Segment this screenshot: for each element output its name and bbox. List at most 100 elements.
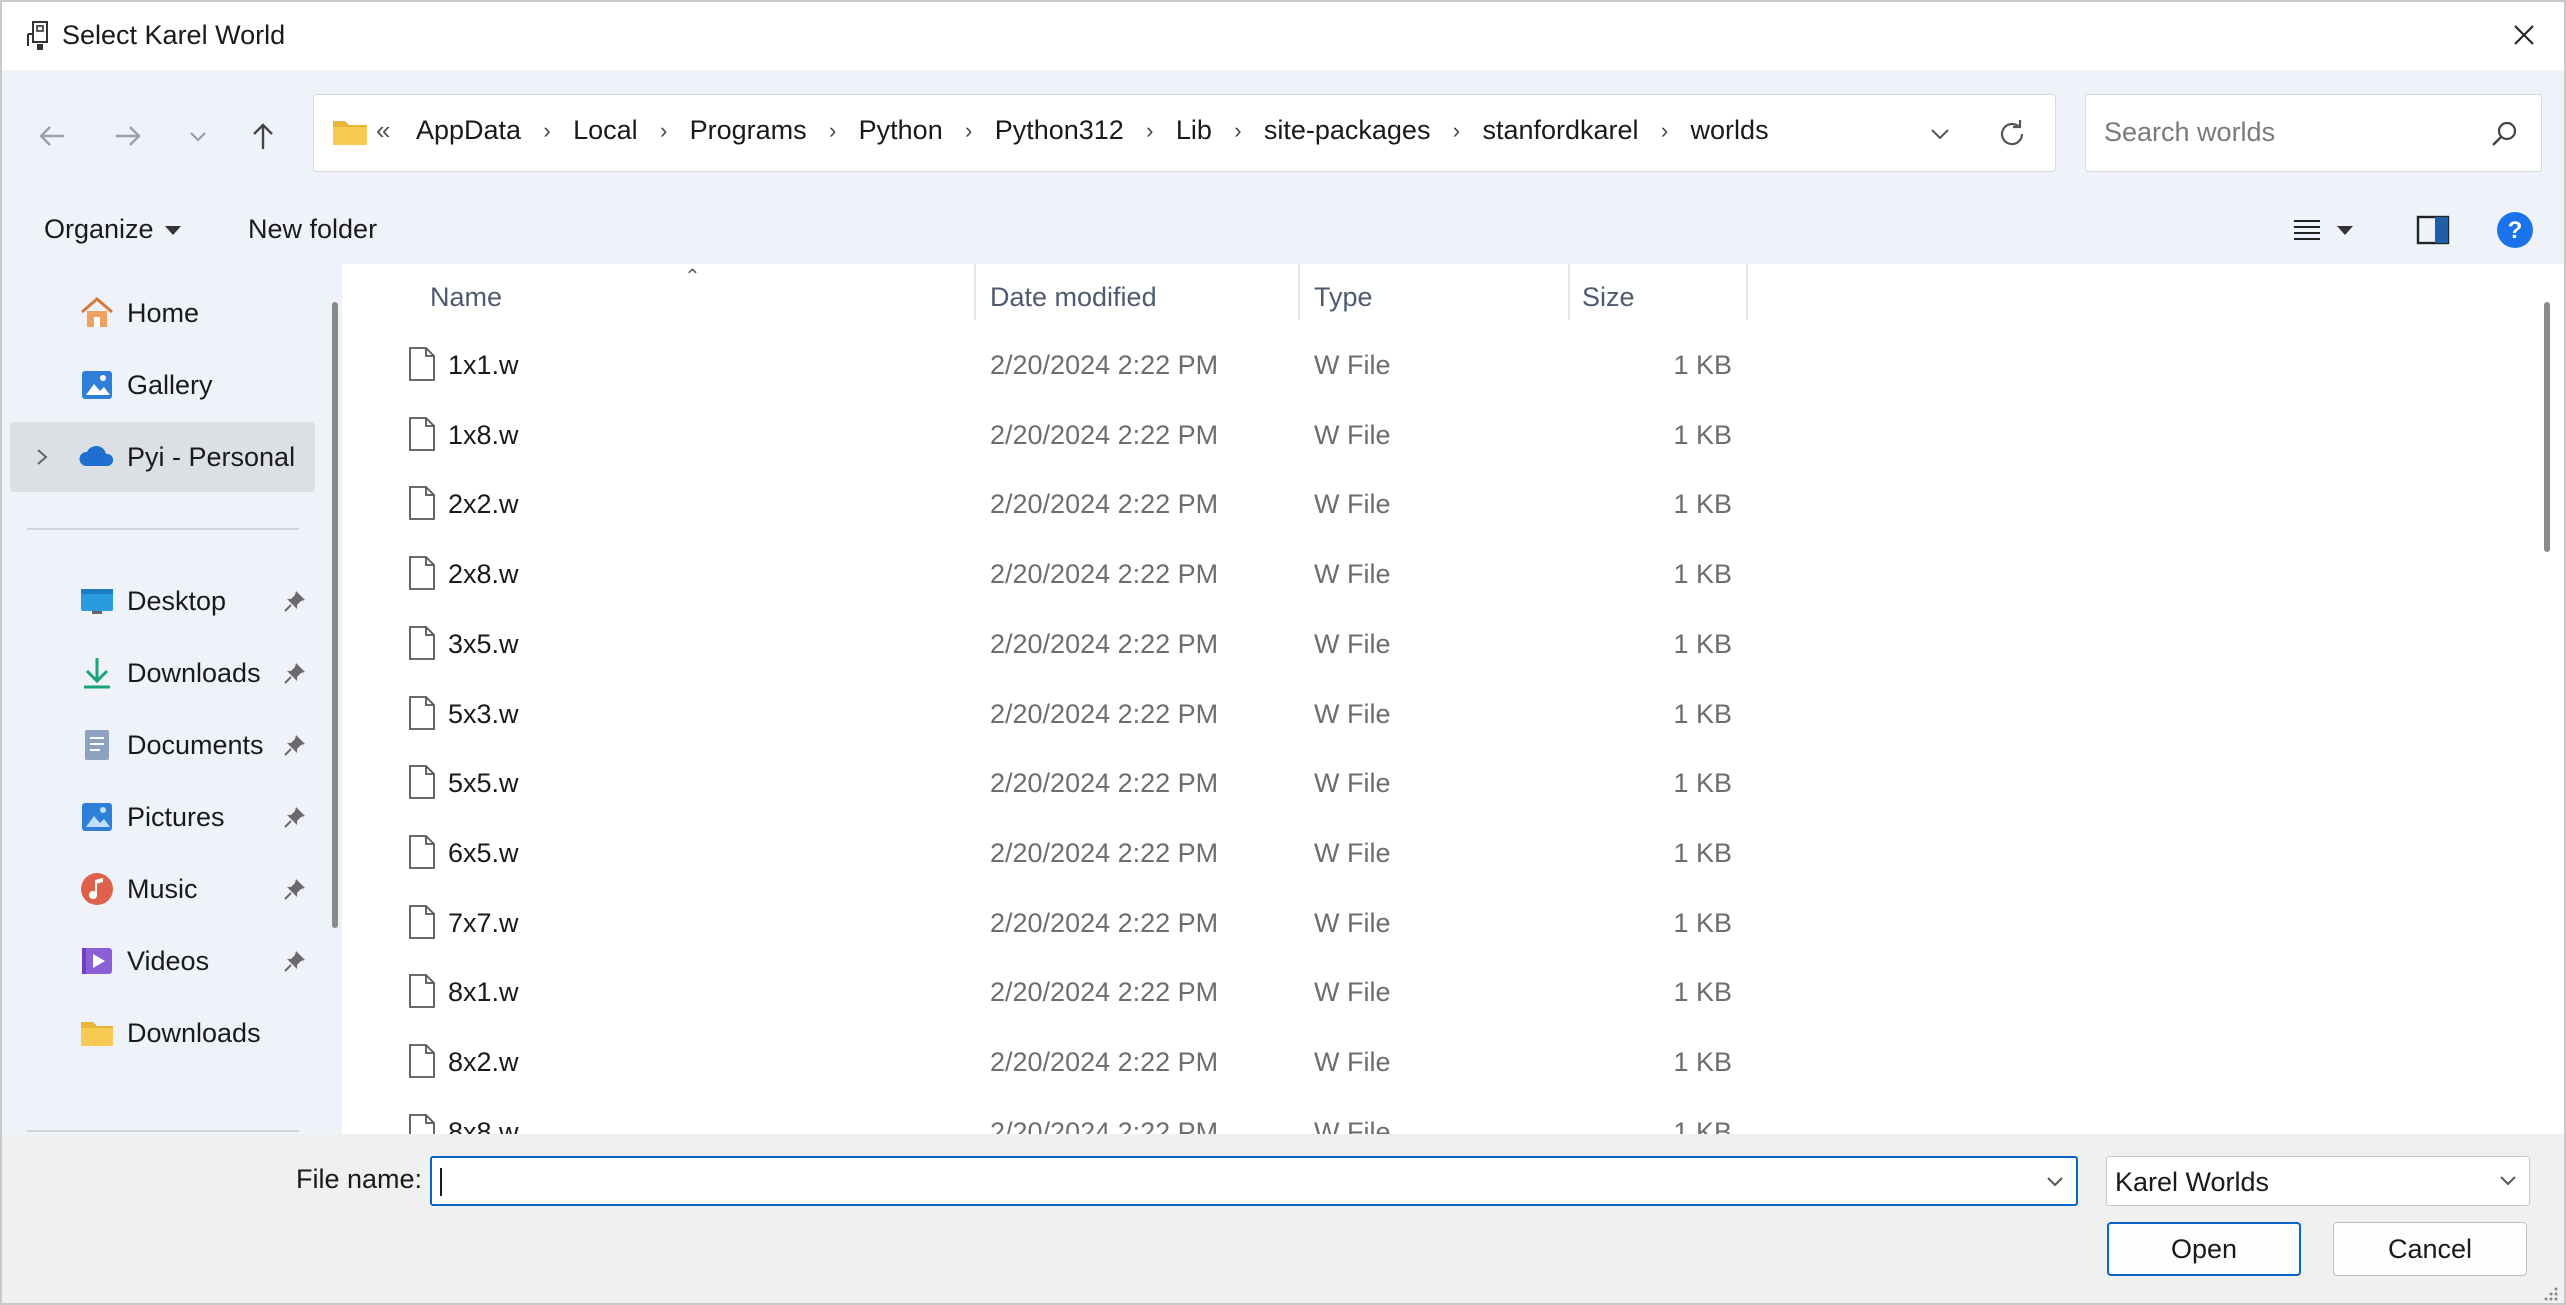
column-header-name[interactable]: Name <box>430 264 770 330</box>
file-name: 5x3.w <box>448 699 519 729</box>
preview-pane-icon[interactable] <box>2415 212 2451 248</box>
breadcrumb-item[interactable]: Programs <box>690 115 807 146</box>
documents-icon <box>85 730 109 760</box>
sidebar-item-downloads[interactable]: Downloads <box>10 638 315 708</box>
breadcrumb-item[interactable]: Python312 <box>995 115 1124 146</box>
forward-button[interactable] <box>106 114 150 158</box>
pin-icon[interactable] <box>282 660 308 686</box>
file-date-modified: 2/20/2024 2:22 PM <box>990 1047 1219 1077</box>
column-separator[interactable] <box>1746 264 1748 320</box>
file-icon <box>409 905 435 939</box>
pin-icon[interactable] <box>282 588 308 614</box>
recent-locations-button[interactable] <box>176 114 220 158</box>
sidebar-item-desktop[interactable]: Desktop <box>10 566 315 636</box>
breadcrumb-item[interactable]: Local <box>573 115 638 146</box>
breadcrumb-item[interactable]: Lib <box>1176 115 1212 146</box>
file-type: W File <box>1314 1047 1391 1077</box>
table-row[interactable]: 1x8.w 2/20/2024 2:22 PM W File 1 KB <box>354 400 2054 468</box>
column-separator[interactable] <box>974 264 976 320</box>
column-header-date[interactable]: Date modified <box>990 264 1290 330</box>
sidebar-item-downloads-folder[interactable]: Downloads <box>10 998 315 1068</box>
table-row[interactable]: 6x5.w 2/20/2024 2:22 PM W File 1 KB <box>354 818 2054 886</box>
desktop-icon <box>81 589 113 614</box>
table-row[interactable]: 8x2.w 2/20/2024 2:22 PM W File 1 KB <box>354 1027 2054 1095</box>
breadcrumb-separator-icon[interactable]: › <box>638 118 690 144</box>
organize-button[interactable]: Organize <box>44 214 182 245</box>
address-overflow[interactable]: « <box>376 115 390 146</box>
table-row[interactable]: 8x8.w 2/20/2024 2:22 PM W File 1 KB <box>354 1097 2054 1134</box>
sidebar-item-videos[interactable]: Videos <box>10 926 315 996</box>
file-icon <box>409 347 435 381</box>
file-date-modified: 2/20/2024 2:22 PM <box>990 699 1219 729</box>
sidebar-item-pictures[interactable]: Pictures <box>10 782 315 852</box>
file-name: 6x5.w <box>448 838 519 868</box>
pin-icon[interactable] <box>282 948 308 974</box>
address-bar[interactable]: « AppData › Local › Programs › Python › … <box>313 94 2056 172</box>
chevron-down-icon[interactable] <box>2042 1170 2068 1194</box>
file-icon <box>409 974 435 1008</box>
table-row[interactable]: 5x5.w 2/20/2024 2:22 PM W File 1 KB <box>354 748 2054 816</box>
file-type: W File <box>1314 559 1391 589</box>
table-row[interactable]: 2x2.w 2/20/2024 2:22 PM W File 1 KB <box>354 469 2054 537</box>
file-icon <box>409 626 435 660</box>
resize-grip-icon[interactable] <box>2540 1283 2560 1303</box>
file-name: 8x1.w <box>448 977 519 1007</box>
cancel-button[interactable]: Cancel <box>2333 1222 2527 1276</box>
column-separator[interactable] <box>1298 264 1300 320</box>
file-size: 1 KB <box>1673 1047 1732 1077</box>
file-size: 1 KB <box>1673 420 1732 450</box>
file-type: W File <box>1314 699 1391 729</box>
address-history-chevron-down-icon[interactable] <box>1925 119 1955 149</box>
sidebar-item-documents[interactable]: Documents <box>10 710 315 780</box>
sidebar-scrollbar[interactable] <box>332 302 338 928</box>
breadcrumb-item[interactable]: stanfordkarel <box>1482 115 1638 146</box>
breadcrumb-item[interactable]: AppData <box>416 115 521 146</box>
breadcrumb-separator-icon[interactable]: › <box>943 118 995 144</box>
change-view-button[interactable] <box>2292 210 2382 250</box>
table-row[interactable]: 1x1.w 2/20/2024 2:22 PM W File 1 KB <box>354 330 2054 398</box>
file-type: W File <box>1314 838 1391 868</box>
text-caret <box>440 1168 442 1196</box>
sidebar-item-label: Downloads <box>127 1017 261 1048</box>
new-folder-button[interactable]: New folder <box>248 214 377 245</box>
refresh-icon[interactable] <box>1995 117 2029 151</box>
breadcrumb-item[interactable]: worlds <box>1691 115 1769 146</box>
sidebar-item-music[interactable]: Music <box>10 854 315 924</box>
back-button[interactable] <box>30 114 74 158</box>
close-button[interactable] <box>2484 2 2564 68</box>
pin-icon[interactable] <box>282 876 308 902</box>
help-icon[interactable]: ? <box>2495 210 2535 250</box>
breadcrumb-item[interactable]: site-packages <box>1264 115 1431 146</box>
table-row[interactable]: 5x3.w 2/20/2024 2:22 PM W File 1 KB <box>354 679 2054 747</box>
breadcrumb-separator-icon[interactable]: › <box>1430 118 1482 144</box>
sidebar-divider <box>27 528 299 530</box>
file-list-scrollbar[interactable] <box>2544 302 2550 552</box>
breadcrumb-item[interactable]: Python <box>859 115 943 146</box>
breadcrumb-separator-icon[interactable]: › <box>521 118 573 144</box>
table-row[interactable]: 8x1.w 2/20/2024 2:22 PM W File 1 KB <box>354 957 2054 1025</box>
up-button[interactable] <box>241 114 285 158</box>
table-row[interactable]: 3x5.w 2/20/2024 2:22 PM W File 1 KB <box>354 609 2054 677</box>
column-separator[interactable] <box>1568 264 1570 320</box>
table-row[interactable]: 7x7.w 2/20/2024 2:22 PM W File 1 KB <box>354 888 2054 956</box>
table-row[interactable]: 2x8.w 2/20/2024 2:22 PM W File 1 KB <box>354 539 2054 607</box>
sidebar-item-home[interactable]: Home <box>10 278 315 348</box>
open-button[interactable]: Open <box>2107 1222 2301 1276</box>
file-type-select[interactable]: Karel Worlds <box>2106 1156 2530 1206</box>
breadcrumb-separator-icon[interactable]: › <box>1124 118 1176 144</box>
file-name-input[interactable] <box>430 1156 2078 1206</box>
breadcrumb-separator-icon[interactable]: › <box>807 118 859 144</box>
column-header-size[interactable]: Size <box>1582 264 1732 330</box>
pin-icon[interactable] <box>282 732 308 758</box>
column-header-type[interactable]: Type <box>1314 264 1514 330</box>
sidebar-divider <box>27 1130 299 1132</box>
chevron-right-icon[interactable] <box>32 445 52 469</box>
search-icon[interactable] <box>2489 119 2519 149</box>
search-input[interactable]: Search worlds <box>2085 94 2542 172</box>
breadcrumb-separator-icon[interactable]: › <box>1639 118 1691 144</box>
pin-icon[interactable] <box>282 804 308 830</box>
sidebar-item-onedrive[interactable]: Pyi - Personal <box>10 422 315 492</box>
breadcrumb-separator-icon[interactable]: › <box>1212 118 1264 144</box>
sidebar-item-gallery[interactable]: Gallery <box>10 350 315 420</box>
close-icon <box>2514 25 2534 45</box>
